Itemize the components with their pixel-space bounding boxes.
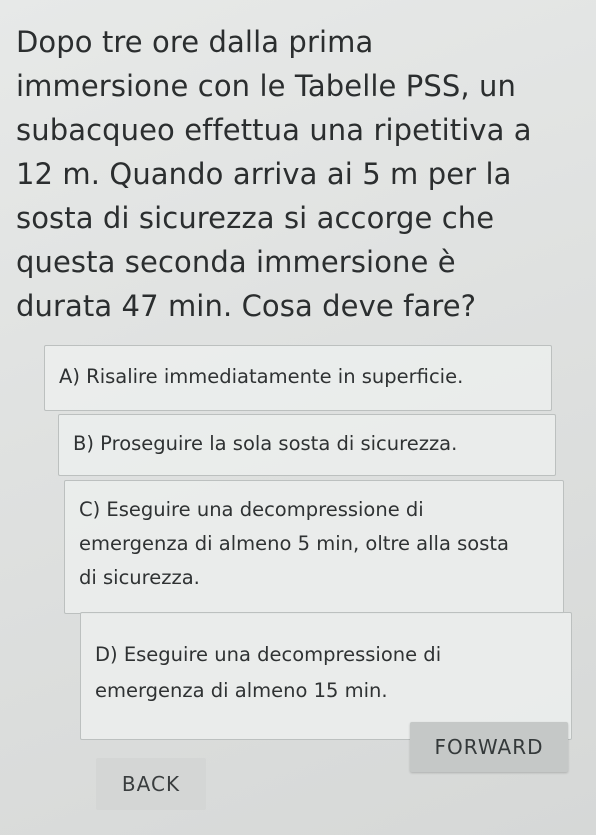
option-d-label-line: emergenza di almeno 15 min.: [95, 679, 388, 702]
answer-option-a[interactable]: A) Risalire immediatamente in superﬁcie.: [44, 345, 552, 411]
answer-option-c[interactable]: C) Eseguire una decompressione di emerge…: [64, 480, 564, 614]
option-c-label-line: C) Eseguire una decompressione di: [79, 498, 424, 521]
option-d-label-line: D) Eseguire una decompressione di: [95, 643, 442, 666]
option-c-label-line: emergenza di almeno 5 min, oltre alla so…: [79, 532, 509, 555]
question-line: sosta di sicurezza si accorge che: [16, 201, 495, 235]
question-line: Dopo tre ore dalla prima: [16, 25, 374, 59]
question-line: immersione con le Tabelle PSS, un: [16, 69, 516, 103]
answer-option-b[interactable]: B) Proseguire la sola sosta di sicurezza…: [58, 414, 556, 476]
forward-button[interactable]: FORWARD: [410, 722, 568, 772]
question-line: durata 47 min. Cosa deve fare?: [16, 289, 477, 323]
option-a-label: A) Risalire immediatamente in superﬁcie.: [59, 365, 464, 388]
question-line: questa seconda immersione è: [16, 245, 456, 279]
back-button[interactable]: BACK: [96, 758, 206, 810]
question-line: subacqueo effettua una ripetitiva a: [16, 113, 532, 147]
option-b-label: B) Proseguire la sola sosta di sicurezza…: [73, 432, 458, 455]
question-text: Dopo tre ore dalla prima immersione con …: [16, 20, 576, 328]
option-c-label-line: di sicurezza.: [79, 566, 200, 589]
answer-option-d[interactable]: D) Eseguire una decompressione di emerge…: [80, 612, 572, 740]
question-line: 12 m. Quando arriva ai 5 m per la: [16, 157, 512, 191]
